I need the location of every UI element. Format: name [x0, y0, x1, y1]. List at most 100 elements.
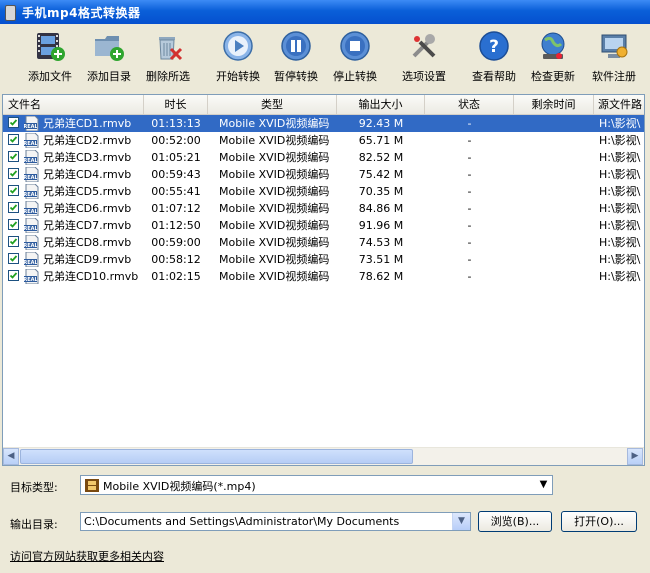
- tools-icon: [412, 34, 436, 58]
- table-row[interactable]: REAL 兄弟连CD5.rmvb 00:55:41 Mobile XVID视频编码 70…: [3, 183, 644, 200]
- add-directory-button[interactable]: 添加目录: [79, 28, 139, 86]
- cell-duration: 01:05:21: [151, 151, 201, 164]
- real-file-icon: REAL: [23, 183, 40, 200]
- header-type[interactable]: 类型: [208, 95, 337, 114]
- table-row[interactable]: REAL 兄弟连CD6.rmvb 01:07:12 Mobile XVID视频编码 84…: [3, 200, 644, 217]
- register-label: 软件注册: [592, 70, 636, 83]
- film-icon: [85, 479, 99, 492]
- table-row[interactable]: REAL 兄弟连CD4.rmvb 00:59:43 Mobile XVID视频编码 75…: [3, 166, 644, 183]
- folder-add-icon: [95, 36, 124, 61]
- scroll-right-button[interactable]: ▶: [627, 448, 643, 465]
- stop-icon: [340, 31, 370, 61]
- register-button[interactable]: 软件注册: [584, 28, 644, 86]
- help-button[interactable]: ? 查看帮助: [464, 28, 524, 86]
- check-icon: [9, 136, 18, 143]
- row-checkbox[interactable]: [8, 168, 19, 179]
- file-list[interactable]: 文件名 时长 类型 输出大小 状态 剩余时间 源文件路 REAL 兄弟连CD1.r…: [2, 94, 645, 466]
- cell-name: 兄弟连CD4.rmvb: [43, 168, 132, 181]
- cell-name: 兄弟连CD7.rmvb: [43, 219, 132, 232]
- header-remaining-time[interactable]: 剩余时间: [514, 95, 594, 114]
- check-icon: [9, 272, 18, 279]
- svg-text:REAL: REAL: [24, 277, 38, 283]
- cell-path: H:\影视\: [599, 202, 641, 215]
- real-file-icon: REAL: [23, 217, 40, 234]
- real-file-icon: REAL: [23, 268, 40, 285]
- cell-name: 兄弟连CD10.rmvb: [43, 270, 139, 283]
- cell-name: 兄弟连CD1.rmvb: [43, 117, 132, 130]
- row-checkbox[interactable]: [8, 185, 19, 196]
- target-type-select[interactable]: Mobile XVID视频编码(*.mp4) ▼: [80, 475, 553, 495]
- table-row[interactable]: REAL 兄弟连CD1.rmvb 01:13:13 Mobile XVID视频编码 92…: [3, 115, 644, 132]
- output-dir-dropdown-icon[interactable]: ▼: [452, 513, 470, 530]
- table-row[interactable]: REAL 兄弟连CD9.rmvb 00:58:12 Mobile XVID视频编码 73…: [3, 251, 644, 268]
- real-file-icon: REAL: [23, 200, 40, 217]
- cell-status: -: [467, 202, 472, 215]
- check-icon: [9, 204, 18, 211]
- play-icon: [223, 31, 253, 61]
- options-button[interactable]: 选项设置: [394, 28, 454, 86]
- stop-convert-button[interactable]: 停止转换: [325, 28, 385, 86]
- open-button[interactable]: 打开(O)...: [561, 511, 637, 532]
- cell-path: H:\影视\: [599, 151, 641, 164]
- row-checkbox[interactable]: [8, 236, 19, 247]
- browse-button[interactable]: 浏览(B)...: [478, 511, 552, 532]
- film-add-icon: [37, 33, 65, 61]
- row-checkbox[interactable]: [8, 219, 19, 230]
- title-bar: 手机mp4格式转换器: [0, 0, 650, 24]
- cell-duration: 01:07:12: [151, 202, 201, 215]
- check-icon: [9, 153, 18, 160]
- check-update-button[interactable]: 检查更新: [523, 28, 583, 86]
- header-filename[interactable]: 文件名: [3, 95, 144, 114]
- svg-text:REAL: REAL: [24, 209, 38, 215]
- row-checkbox[interactable]: [8, 270, 19, 281]
- add-file-button[interactable]: 添加文件: [20, 28, 80, 86]
- header-source-path[interactable]: 源文件路: [594, 95, 644, 114]
- scroll-thumb[interactable]: [20, 449, 413, 464]
- real-file-icon: REAL: [23, 132, 40, 149]
- chevron-down-icon[interactable]: ▼: [535, 476, 552, 493]
- check-icon: [9, 238, 18, 245]
- scroll-left-button[interactable]: ◀: [3, 448, 19, 465]
- horizontal-scrollbar[interactable]: ◀ ▶: [3, 447, 644, 465]
- cell-duration: 00:59:43: [151, 168, 201, 181]
- check-icon: [9, 119, 18, 126]
- row-checkbox[interactable]: [8, 202, 19, 213]
- cell-size: 91.96 M: [358, 219, 404, 232]
- cell-duration: 00:58:12: [151, 253, 201, 266]
- header-status[interactable]: 状态: [425, 95, 514, 114]
- cell-size: 92.43 M: [358, 117, 404, 130]
- cell-size: 65.71 M: [358, 134, 404, 147]
- cell-type: Mobile XVID视频编码: [219, 253, 330, 266]
- table-row[interactable]: REAL 兄弟连CD7.rmvb 01:12:50 Mobile XVID视频编码 91…: [3, 217, 644, 234]
- official-site-link[interactable]: 访问官方网站获取更多相关内容: [10, 548, 164, 564]
- cell-duration: 00:59:00: [151, 236, 201, 249]
- app-icon: [5, 5, 16, 21]
- output-dir-value: C:\Documents and Settings\Administrator\…: [84, 515, 400, 528]
- delete-selected-button[interactable]: 删除所选: [138, 28, 198, 86]
- help-icon: ?: [479, 31, 509, 61]
- header-duration[interactable]: 时长: [144, 95, 208, 114]
- row-checkbox[interactable]: [8, 117, 19, 128]
- row-checkbox[interactable]: [8, 134, 19, 145]
- delete-selected-label: 删除所选: [146, 70, 190, 83]
- pause-convert-button[interactable]: 暂停转换: [266, 28, 326, 86]
- table-row[interactable]: REAL 兄弟连CD10.rmvb 01:02:15 Mobile XVID视频编码 7…: [3, 268, 644, 285]
- table-row[interactable]: REAL 兄弟连CD8.rmvb 00:59:00 Mobile XVID视频编码 74…: [3, 234, 644, 251]
- cell-status: -: [467, 168, 472, 181]
- svg-text:?: ?: [489, 37, 499, 57]
- check-icon: [9, 255, 18, 262]
- header-output-size[interactable]: 输出大小: [337, 95, 425, 114]
- row-checkbox[interactable]: [8, 151, 19, 162]
- start-convert-button[interactable]: 开始转换: [208, 28, 268, 86]
- row-checkbox[interactable]: [8, 253, 19, 264]
- table-row[interactable]: REAL 兄弟连CD3.rmvb 01:05:21 Mobile XVID视频编码 82…: [3, 149, 644, 166]
- options-label: 选项设置: [402, 70, 446, 83]
- table-row[interactable]: REAL 兄弟连CD2.rmvb 00:52:00 Mobile XVID视频编码 65…: [3, 132, 644, 149]
- output-dir-label: 输出目录:: [10, 518, 58, 531]
- output-dir-input[interactable]: C:\Documents and Settings\Administrator\…: [80, 512, 471, 531]
- cell-size: 84.86 M: [358, 202, 404, 215]
- stop-convert-label: 停止转换: [333, 70, 377, 83]
- window-title: 手机mp4格式转换器: [22, 6, 141, 20]
- real-file-icon: REAL: [23, 115, 40, 132]
- svg-text:REAL: REAL: [24, 243, 38, 249]
